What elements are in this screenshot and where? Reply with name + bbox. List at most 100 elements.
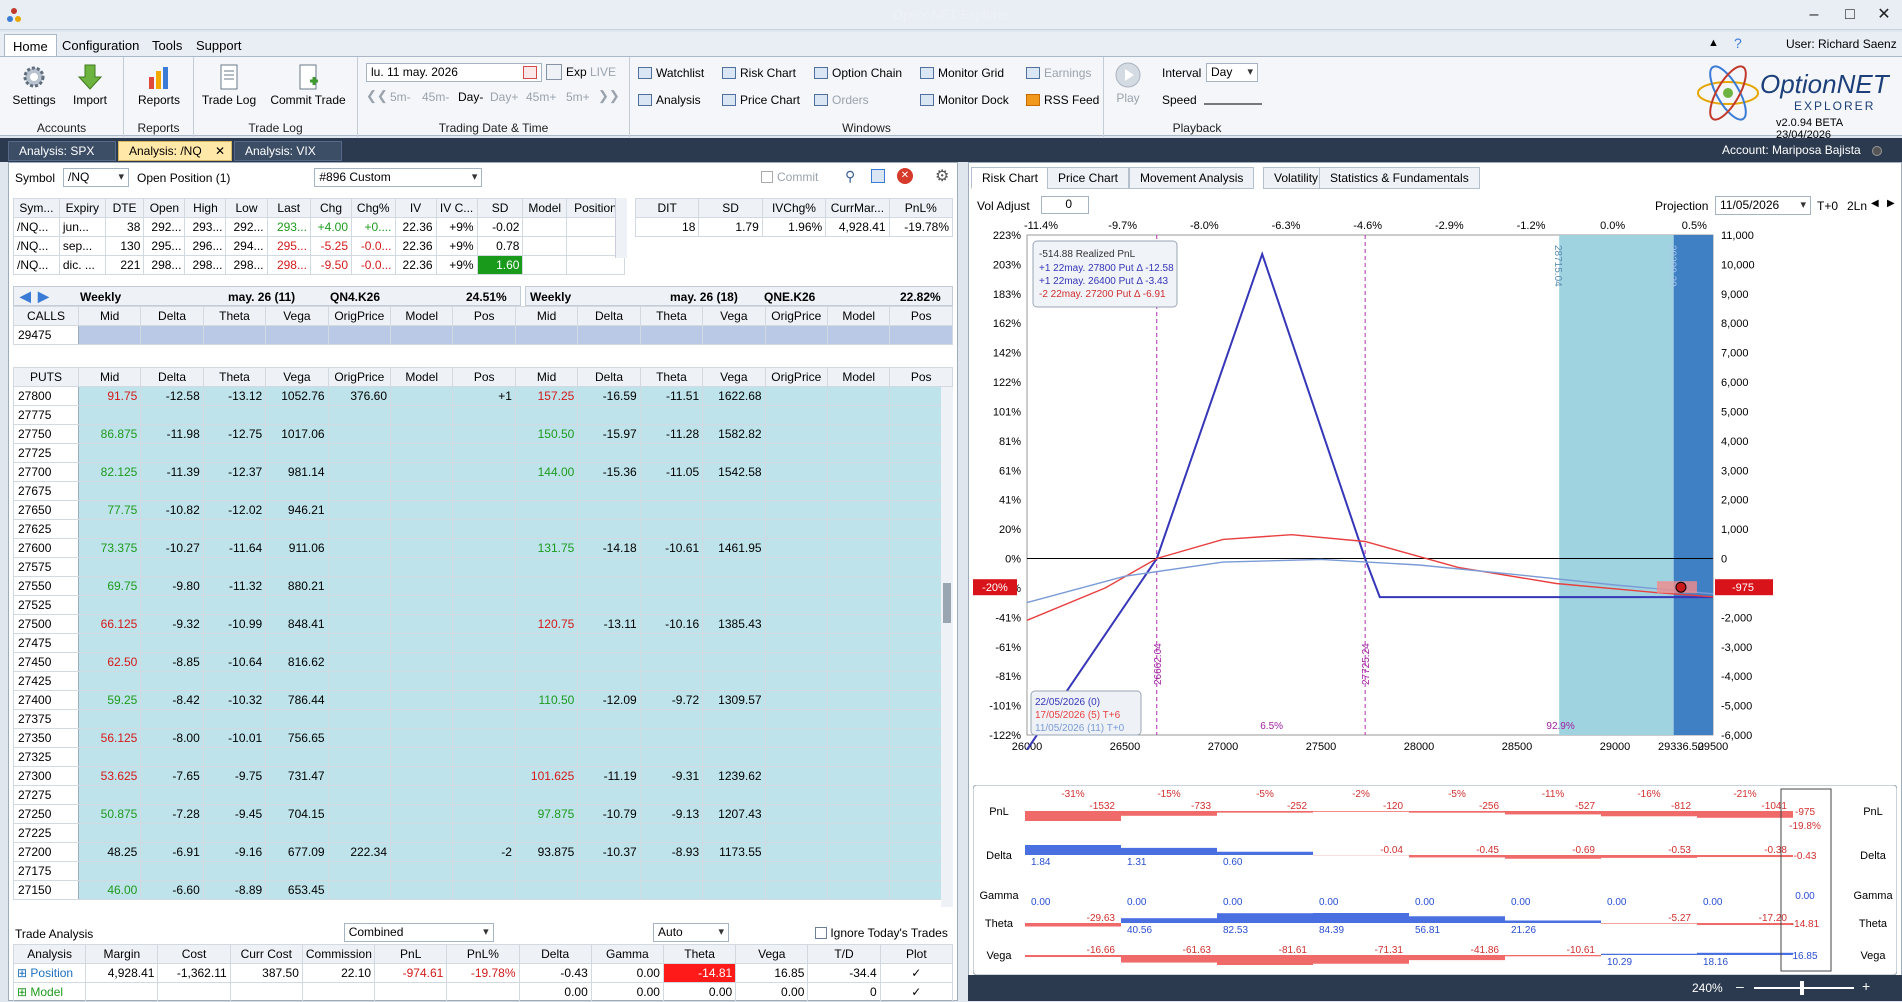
monitor-grid-button[interactable]: Monitor Grid (920, 66, 1004, 80)
quote-col-header[interactable]: DTE (105, 199, 144, 218)
ta-col-header[interactable]: Curr Cost (230, 945, 302, 964)
step-5m-minus[interactable]: 5m- (390, 90, 411, 104)
calendar-icon[interactable] (523, 66, 537, 79)
chain2-col-header[interactable]: Model (827, 307, 889, 326)
next-expiry-icon[interactable]: ▶ (38, 288, 49, 305)
zoom-slider[interactable] (1754, 987, 1854, 989)
trade-log-button[interactable]: Trade Log (200, 63, 258, 107)
chain2-col-header[interactable]: Delta (578, 307, 640, 326)
speed-slider[interactable] (1204, 97, 1262, 105)
put-row[interactable]: 27175 (14, 862, 953, 881)
quote-row[interactable]: /NQ...dic. ...221298...298...298...298..… (14, 256, 625, 275)
chain-col-header[interactable]: Delta (141, 368, 203, 387)
ta-col-header[interactable]: PnL (375, 945, 447, 964)
put-row[interactable]: 2740059.25-8.42-10.32786.44110.50-12.09-… (14, 691, 953, 710)
tab-analysis-nq[interactable]: Analysis: /NQ✕ (118, 141, 232, 161)
tab-price-chart[interactable]: Price Chart (1047, 167, 1129, 189)
quotes-scrollbar[interactable] (615, 198, 627, 258)
chain-col-header[interactable]: Theta (203, 368, 265, 387)
put-row[interactable]: 2715046.00-6.60-8.89653.45 (14, 881, 953, 900)
prev-expiry-icon[interactable]: ◀ (20, 288, 31, 305)
chain-col-header[interactable]: Pos (453, 307, 515, 326)
chain-col-header[interactable]: Vega (266, 307, 328, 326)
chain1-expiry[interactable]: may. 26 (11) (228, 290, 295, 304)
minimize-button[interactable]: – (1796, 4, 1832, 26)
chain2-col-header[interactable]: OrigPrice (765, 368, 827, 387)
chain2-col-header[interactable]: OrigPrice (765, 307, 827, 326)
put-row[interactable]: 2775086.875-11.98-12.751017.06150.50-15.… (14, 425, 953, 444)
quote-col-header[interactable]: Low (226, 199, 267, 218)
zoom-in-icon[interactable]: + (1862, 978, 1870, 994)
chain2-col-header[interactable]: Mid (515, 368, 577, 387)
close-button[interactable]: ✕ (1866, 4, 1902, 26)
chain-col-header[interactable]: Model (391, 368, 453, 387)
ta-col-header[interactable]: PnL% (447, 945, 519, 964)
put-row[interactable]: 27425 (14, 672, 953, 691)
quote-col-header[interactable]: SD (477, 199, 523, 218)
tab-analysis-spx[interactable]: Analysis: SPX (8, 141, 116, 161)
settings-button[interactable]: Settings (8, 63, 60, 107)
watchlist-button[interactable]: Watchlist (638, 66, 704, 80)
tab-statistics[interactable]: Statistics & Fundamentals (1319, 167, 1480, 189)
live-label[interactable]: LIVE (590, 65, 616, 79)
put-row[interactable]: 2770082.125-11.39-12.37981.14144.00-15.3… (14, 463, 953, 482)
import-button[interactable]: Import (66, 63, 114, 107)
risk-chart-svg[interactable]: 28715.0429299.3911,000223%10,000203%9,00… (969, 215, 1901, 783)
chain-col-header[interactable]: Mid (78, 307, 140, 326)
chain-col-header[interactable]: Pos (453, 368, 515, 387)
edit-icon[interactable] (871, 169, 885, 183)
quote-col-header[interactable]: High (185, 199, 226, 218)
put-row[interactable]: 2725050.875-7.28-9.45704.1597.875-10.79-… (14, 805, 953, 824)
symbol-select[interactable]: /NQ (63, 168, 129, 187)
put-row[interactable]: 2765077.75-10.82-12.02946.21 (14, 501, 953, 520)
price-chart-button[interactable]: Price Chart (722, 93, 800, 107)
quote-row[interactable]: /NQ...jun...38292...293...292...293...+4… (14, 218, 625, 237)
reports-button[interactable]: Reports (132, 63, 186, 107)
chain-col-header[interactable]: Theta (203, 307, 265, 326)
quote-col-header[interactable]: IV C... (436, 199, 477, 218)
zoom-out-icon[interactable]: – (1736, 978, 1744, 994)
maximize-button[interactable]: □ (1832, 4, 1868, 26)
quote-col-header[interactable]: Open (144, 199, 185, 218)
menu-tools[interactable]: Tools (144, 36, 190, 55)
put-row[interactable]: 27675 (14, 482, 953, 501)
help-icon[interactable]: ? (1734, 35, 1742, 51)
quote-col-header[interactable]: Expiry (59, 199, 105, 218)
put-row[interactable]: 2780091.75-12.58-13.121052.76376.60+1157… (14, 387, 953, 406)
quote-col-header[interactable]: Model (523, 199, 566, 218)
put-row[interactable]: 27325 (14, 748, 953, 767)
ta-col-header[interactable]: Vega (736, 945, 808, 964)
option-chain-button[interactable]: Option Chain (814, 66, 902, 80)
chain2-col-header[interactable]: Vega (703, 307, 765, 326)
put-row[interactable]: 27775 (14, 406, 953, 425)
step-back-icon[interactable]: ❮❮ (366, 88, 388, 104)
commit-button[interactable]: Commit (761, 170, 818, 184)
chain2-col-header[interactable]: Model (827, 368, 889, 387)
analysis-button[interactable]: Analysis (638, 93, 701, 107)
step-45m-plus[interactable]: 45m+ (526, 90, 556, 104)
put-row[interactable]: 2735056.125-8.00-10.01756.65 (14, 729, 953, 748)
rss-feed-button[interactable]: RSS Feed (1026, 93, 1099, 107)
ta-col-header[interactable]: Cost (158, 945, 230, 964)
put-row[interactable]: 27725 (14, 444, 953, 463)
step-day-plus[interactable]: Day+ (490, 90, 518, 104)
chain-col-header[interactable]: Vega (266, 368, 328, 387)
menu-home[interactable]: Home (4, 34, 57, 58)
collapse-ribbon-icon[interactable]: ▲ (1708, 37, 1719, 49)
chain2-col-header[interactable]: Vega (703, 368, 765, 387)
chain2-col-header[interactable]: Pos (890, 368, 953, 387)
ta-col-header[interactable]: Commission (302, 945, 374, 964)
ta-col-header[interactable]: Plot (880, 945, 952, 964)
put-row[interactable]: 27475 (14, 634, 953, 653)
quote-col-header[interactable]: Chg% (352, 199, 395, 218)
model-row[interactable]: ⊞ Model0.000.000.000.000✓ (14, 983, 953, 1002)
quote-col-header[interactable]: IV (395, 199, 436, 218)
put-row[interactable]: 2720048.25-6.91-9.16677.09222.34-293.875… (14, 843, 953, 862)
interval-select[interactable]: Day (1206, 63, 1258, 82)
step-day-minus[interactable]: Day- (458, 90, 483, 104)
play-button[interactable]: Play (1110, 61, 1146, 105)
plot-checkbox[interactable]: ✓ (880, 983, 952, 1002)
exp-toggle-icon[interactable] (546, 64, 562, 80)
put-row[interactable]: 27375 (14, 710, 953, 729)
chain-col-header[interactable]: Mid (78, 368, 140, 387)
